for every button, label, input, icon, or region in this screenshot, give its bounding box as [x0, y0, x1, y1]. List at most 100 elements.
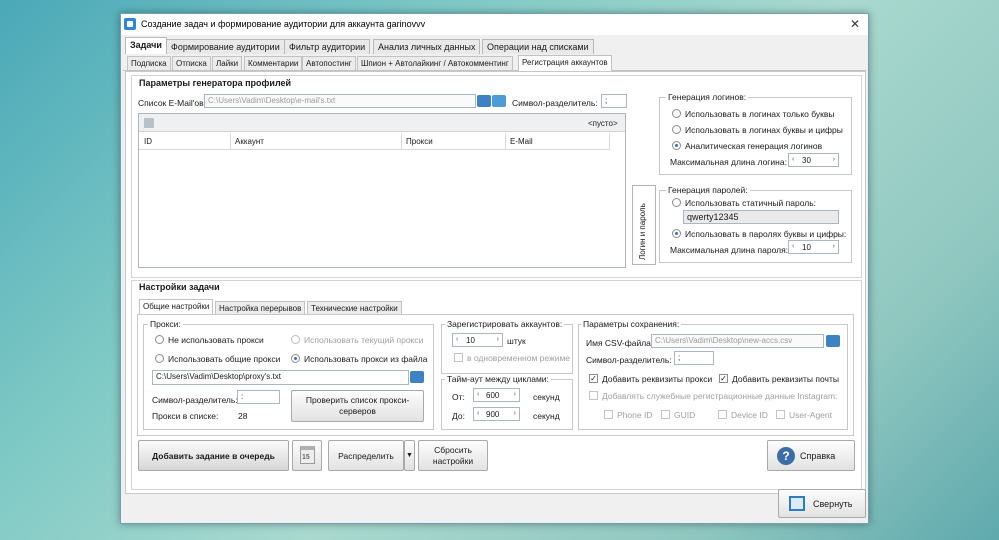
col-id[interactable]: ID — [144, 137, 152, 146]
tab-general[interactable]: Общие настройки — [139, 299, 214, 314]
login-letters-radio[interactable] — [672, 109, 681, 118]
proxy-file-input[interactable]: C:\Users\Vadim\Desktop\proxy's.txt — [152, 370, 409, 385]
proxy-sep-input[interactable]: : — [237, 390, 280, 404]
reset-settings-button[interactable]: Сбросить настройки — [418, 440, 488, 471]
col-email[interactable]: E-Mail — [510, 137, 533, 146]
timeout-title: Тайм-аут между циклами: — [445, 374, 551, 384]
minimize-label: Свернуть — [813, 498, 853, 509]
refresh-icon[interactable] — [492, 95, 506, 107]
tab-audience[interactable]: Формирование аудитории — [166, 39, 285, 54]
register-stepper[interactable]: ‹ 10 › — [452, 333, 503, 347]
minimize-button[interactable]: Свернуть — [778, 489, 866, 518]
tab-technical[interactable]: Технические настройки — [307, 301, 402, 315]
tab-breaks[interactable]: Настройка перерывов — [215, 301, 306, 315]
help-button[interactable]: ? Справка — [767, 440, 855, 471]
password-max-stepper[interactable]: ‹ 10 › — [788, 240, 839, 254]
phone-id-checkbox[interactable] — [604, 410, 613, 419]
timeout-to-stepper[interactable]: ‹ 900 › — [473, 407, 520, 421]
user-agent-label: User-Agent — [789, 410, 832, 420]
device-id-label: Device ID — [731, 410, 768, 420]
email-sep-label: Символ-разделитель: — [512, 98, 598, 108]
register-group — [441, 324, 573, 374]
add-task-button[interactable]: Добавить задание в очередь — [138, 440, 289, 471]
timeout-from-label: От: — [452, 392, 465, 402]
add-proxy-label: Добавить реквизиты прокси — [602, 374, 713, 384]
timeout-to-unit: секунд — [533, 411, 560, 421]
password-alnum-label: Использовать в паролях буквы и цифры: — [685, 229, 847, 239]
distribute-dropdown-arrow[interactable]: ▼ — [404, 440, 415, 471]
proxy-file-radio[interactable] — [291, 354, 300, 363]
subtab-unsubscribe[interactable]: Отписка — [172, 56, 211, 70]
calendar-button[interactable]: 15 — [292, 440, 322, 471]
proxy-file-label: Использовать прокси из файла — [304, 354, 428, 364]
email-sep-input[interactable]: ; — [601, 94, 627, 108]
proxy-folder-icon[interactable] — [410, 371, 424, 383]
timeout-from-value: 600 — [486, 391, 500, 400]
proxy-current-radio[interactable] — [291, 335, 300, 344]
tab-filter[interactable]: Фильтр аудитории — [284, 39, 371, 54]
tab-tasks[interactable]: Задачи — [125, 37, 167, 54]
proxy-common-radio[interactable] — [155, 354, 164, 363]
proxy-none-label: Не использовать прокси — [168, 335, 264, 345]
help-label: Справка — [800, 450, 836, 461]
app-icon — [124, 18, 136, 30]
login-max-stepper[interactable]: ‹ 30 › — [788, 153, 839, 167]
tab-list-ops[interactable]: Операции над списками — [482, 39, 594, 54]
col-proxy[interactable]: Прокси — [406, 137, 433, 146]
register-value: 10 — [466, 336, 475, 345]
timeout-to-value: 900 — [486, 410, 500, 419]
guid-checkbox[interactable] — [661, 410, 670, 419]
email-list-input[interactable]: C:\Users\Vadim\Desktop\e-mail's.txt — [204, 94, 476, 108]
csv-input[interactable]: C:\Users\Vadim\Desktop\new-accs.csv — [651, 334, 824, 348]
timeout-from-stepper[interactable]: ‹ 600 › — [473, 388, 520, 402]
password-max-label: Максимальная длина пароля: — [670, 245, 789, 255]
save-sep-input[interactable]: ; — [674, 351, 714, 365]
login-gen-title: Генерация логинов: — [666, 92, 749, 102]
add-service-checkbox[interactable] — [589, 391, 598, 400]
phone-id-label: Phone ID — [617, 410, 653, 420]
add-mail-label: Добавить реквизиты почты — [732, 374, 839, 384]
user-agent-checkbox[interactable] — [776, 410, 785, 419]
minimize-icon — [789, 496, 805, 511]
password-alnum-radio[interactable] — [672, 229, 681, 238]
title-bar: Создание задач и формирование аудитории … — [121, 14, 868, 35]
login-alnum-radio[interactable] — [672, 125, 681, 134]
device-id-checkbox[interactable] — [718, 410, 727, 419]
help-icon: ? — [777, 447, 795, 465]
password-static-radio[interactable] — [672, 198, 681, 207]
subtab-subscribe[interactable]: Подписка — [127, 56, 171, 70]
subtab-autopost[interactable]: Автопостинг — [302, 56, 356, 70]
task-settings-header: Настройки задачи — [139, 282, 220, 292]
col-account[interactable]: Аккаунт — [235, 137, 264, 146]
profile-gen-header: Параметры генератора профилей — [139, 78, 292, 88]
accounts-grid: <пусто> ID Аккаунт Прокси E-Mail — [138, 113, 626, 268]
subtab-spy[interactable]: Шпион + Автолайкинг / Автокомментинг — [357, 56, 513, 70]
save-icon[interactable] — [144, 118, 154, 128]
parallel-label: в одновременном режиме — [467, 353, 571, 363]
parallel-checkbox[interactable] — [454, 353, 463, 362]
tab-analysis[interactable]: Анализ личных данных — [373, 39, 481, 54]
proxy-none-radio[interactable] — [155, 335, 164, 344]
proxy-title: Прокси: — [148, 319, 183, 329]
add-mail-checkbox[interactable]: ✓ — [719, 374, 728, 383]
subtab-registration[interactable]: Регистрация аккаунтов — [518, 55, 612, 71]
password-max-value: 10 — [802, 243, 811, 252]
subtab-likes[interactable]: Лайки — [212, 56, 243, 70]
side-tab-login-password[interactable]: Логин и пароль — [632, 185, 656, 265]
distribute-button[interactable]: Распределить — [328, 440, 404, 471]
timeout-from-unit: секунд — [533, 392, 560, 402]
grid-toolbar — [139, 114, 625, 132]
window-title: Создание задач и формирование аудитории … — [141, 19, 426, 29]
login-analytic-radio[interactable] — [672, 141, 681, 150]
password-static-input[interactable]: qwerty12345 — [683, 210, 839, 224]
proxy-count-label: Прокси в списке: — [152, 411, 219, 421]
close-icon[interactable]: ✕ — [850, 17, 860, 31]
folder-icon[interactable] — [477, 95, 491, 107]
grid-header: ID Аккаунт Прокси E-Mail — [139, 133, 610, 150]
subtab-comments[interactable]: Комментарии — [244, 56, 303, 70]
add-proxy-checkbox[interactable]: ✓ — [589, 374, 598, 383]
proxy-current-label: Использовать текущий прокси — [304, 335, 424, 345]
save-params-title: Параметры сохранения: — [581, 319, 682, 329]
check-proxy-button[interactable]: Проверить список прокси-серверов — [291, 390, 424, 422]
csv-folder-icon[interactable] — [826, 335, 840, 347]
